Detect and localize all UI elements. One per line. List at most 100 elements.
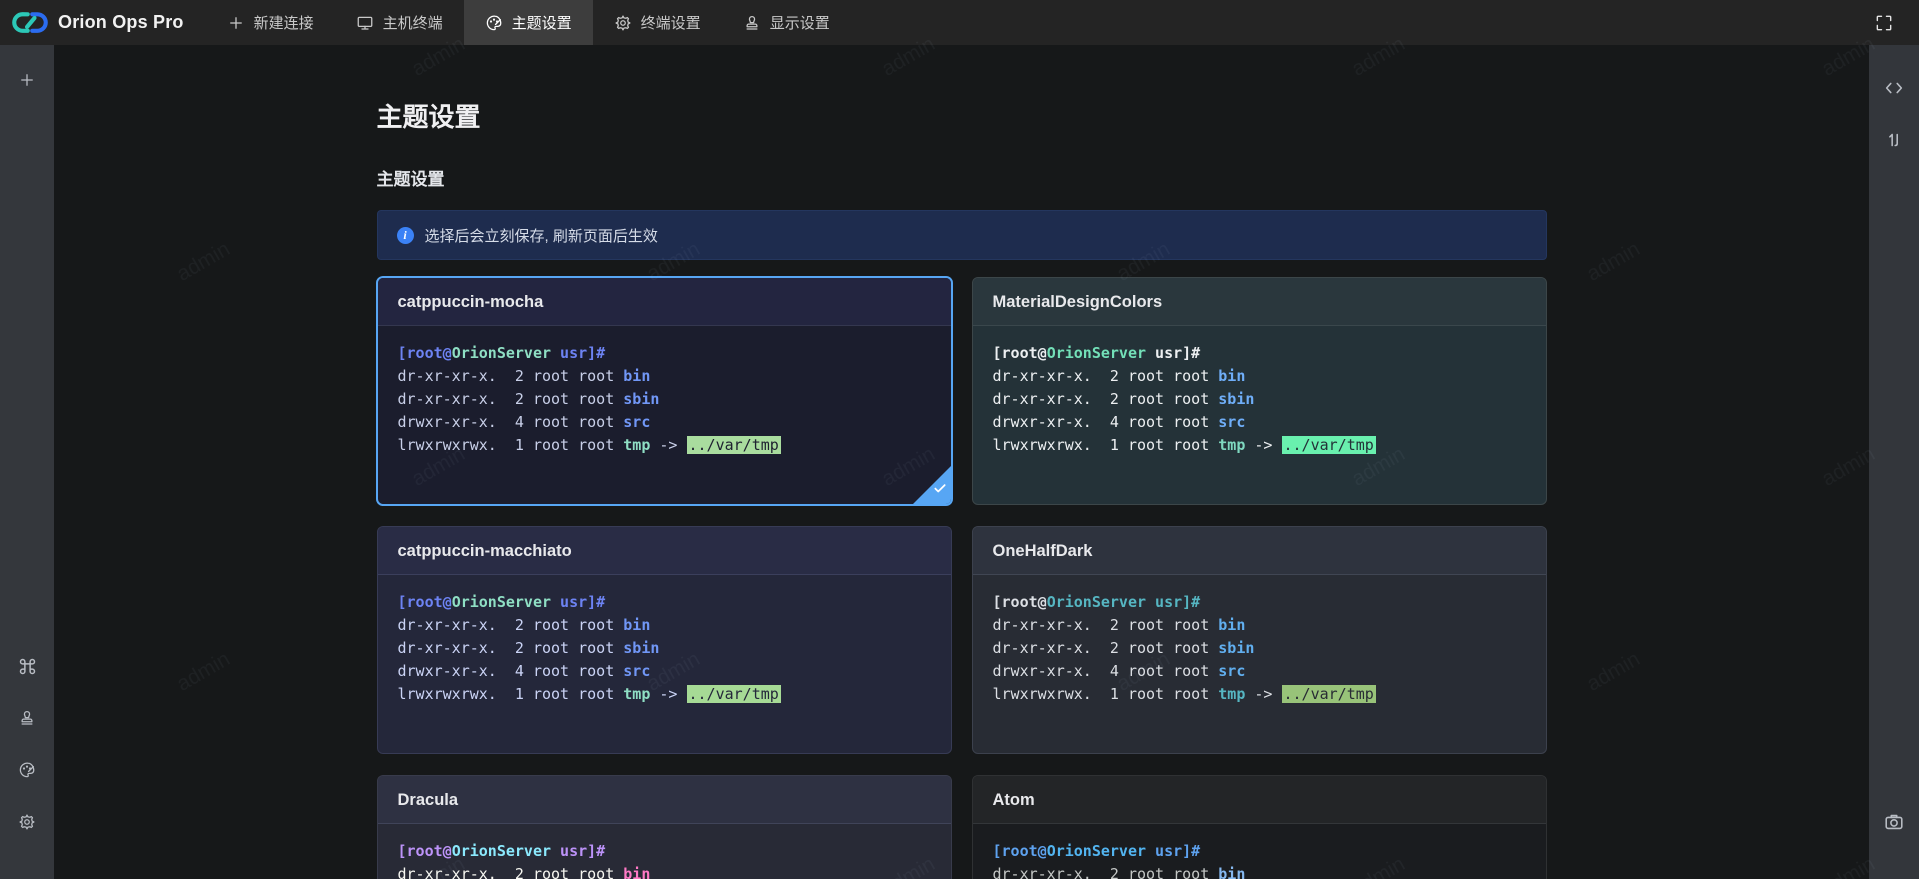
prompt-user: [root@ <box>398 842 452 860</box>
ls-permissions: drwxr-xr-x. 4 root root <box>993 413 1219 431</box>
section-title: 主题设置 <box>377 165 1547 190</box>
camera-icon[interactable] <box>1877 805 1911 839</box>
ls-permissions: dr-xr-xr-x. 2 root root <box>398 390 624 408</box>
ls-line: lrwxrwxrwx. 1 root root tmp -> ../var/tm… <box>398 683 931 706</box>
nav-items: 新建连接 主机终端 主题设置 终端设置显示设置 <box>206 0 851 45</box>
ls-line: drwxr-xr-x. 4 root root src <box>398 411 931 434</box>
prompt-line: [root@OrionServer usr]# <box>993 342 1526 365</box>
prompt-user: [root@ <box>993 344 1047 362</box>
theme-name: Dracula <box>398 791 459 809</box>
prompt-user: [root@ <box>398 344 452 362</box>
nav-item-new-connection[interactable]: 新建连接 <box>206 0 335 45</box>
prompt-host: OrionServer <box>452 593 551 611</box>
prompt-line: [root@OrionServer usr]# <box>993 591 1526 614</box>
ls-filename: sbin <box>623 390 659 408</box>
nav-item-label: 主题设置 <box>512 12 572 33</box>
nav-item-label: 终端设置 <box>641 12 701 33</box>
ls-filename: bin <box>623 367 650 385</box>
stamp-icon[interactable] <box>10 701 44 735</box>
theme-card[interactable]: Atom [root@OrionServer usr]#dr-xr-xr-x. … <box>972 775 1547 879</box>
terminal-preview: [root@OrionServer usr]#dr-xr-xr-x. 2 roo… <box>378 824 951 879</box>
nav-item-theme-settings[interactable]: 主题设置 <box>464 0 593 45</box>
ls-permissions: lrwxrwxrwx. 1 root root <box>398 685 624 703</box>
stamp-icon <box>743 14 761 32</box>
ls-permissions: dr-xr-xr-x. 2 root root <box>398 367 624 385</box>
palette-icon[interactable] <box>10 753 44 787</box>
code-icon[interactable] <box>1877 71 1911 105</box>
top-nav: Orion Ops Pro 新建连接 主机终端 主题设置 终端设置显示设置 <box>0 0 1919 45</box>
theme-name: catppuccin-mocha <box>398 293 544 311</box>
prompt-tail: usr]# <box>1146 842 1200 860</box>
ls-filename: sbin <box>1218 639 1254 657</box>
ls-filename: tmp <box>1218 685 1245 703</box>
ls-line: drwxr-xr-x. 4 root root src <box>993 660 1526 683</box>
plus-icon <box>227 14 245 32</box>
theme-card[interactable]: OneHalfDark [root@OrionServer usr]#dr-xr… <box>972 526 1547 754</box>
check-icon <box>933 481 947 500</box>
left-sidebar <box>0 45 54 879</box>
ls-permissions: dr-xr-xr-x. 2 root root <box>398 639 624 657</box>
prompt-line: [root@OrionServer usr]# <box>398 591 931 614</box>
brand: Orion Ops Pro <box>0 0 206 45</box>
symlink-target: ../var/tmp <box>1282 685 1376 703</box>
prompt-tail: usr]# <box>1146 593 1200 611</box>
ls-permissions: drwxr-xr-x. 4 root root <box>398 413 624 431</box>
ls-line: dr-xr-xr-x. 2 root root bin <box>993 365 1526 388</box>
prompt-tail: usr]# <box>551 344 605 362</box>
theme-card-header: OneHalfDark <box>973 527 1546 575</box>
theme-name: OneHalfDark <box>993 542 1093 560</box>
theme-card[interactable]: MaterialDesignColors [root@OrionServer u… <box>972 277 1547 505</box>
ls-filename: bin <box>1218 616 1245 634</box>
prompt-user: [root@ <box>398 593 452 611</box>
command-icon[interactable] <box>10 649 44 683</box>
ls-permissions: dr-xr-xr-x. 2 root root <box>398 865 624 879</box>
terminal-preview: [root@OrionServer usr]#dr-xr-xr-x. 2 roo… <box>973 824 1546 879</box>
prompt-tail: usr]# <box>551 593 605 611</box>
ls-line: drwxr-xr-x. 4 root root src <box>993 411 1526 434</box>
symlink-arrow: -> <box>1245 685 1281 703</box>
app-title: Orion Ops Pro <box>58 12 184 33</box>
nav-item-display-settings[interactable]: 显示设置 <box>722 0 851 45</box>
ls-permissions: dr-xr-xr-x. 2 root root <box>398 616 624 634</box>
plus-icon[interactable] <box>10 63 44 97</box>
nav-item-label: 主机终端 <box>383 12 443 33</box>
ls-filename: bin <box>1218 865 1245 879</box>
prompt-host: OrionServer <box>452 842 551 860</box>
ls-permissions: dr-xr-xr-x. 2 root root <box>993 390 1219 408</box>
ls-filename: src <box>623 662 650 680</box>
terminal-preview: [root@OrionServer usr]# dr-xr-xr-x. 2 roo… <box>378 575 951 722</box>
symlink-target: ../var/tmp <box>687 685 781 703</box>
ls-filename: bin <box>623 616 650 634</box>
nav-item-terminal-settings[interactable]: 终端设置 <box>593 0 722 45</box>
ls-permissions: lrwxrwxrwx. 1 root root <box>398 436 624 454</box>
ls-filename: tmp <box>1218 436 1245 454</box>
info-icon: i <box>397 227 414 244</box>
fullscreen-icon[interactable] <box>1869 8 1899 38</box>
prompt-line: [root@OrionServer usr]# <box>993 840 1526 863</box>
symlink-target: ../var/tmp <box>687 436 781 454</box>
terminal-preview: [root@OrionServer usr]# dr-xr-xr-x. 2 roo… <box>378 326 951 473</box>
ls-permissions: dr-xr-xr-x. 2 root root <box>993 616 1219 634</box>
theme-card[interactable]: catppuccin-macchiato [root@OrionServer u… <box>377 526 952 754</box>
theme-card[interactable]: Dracula [root@OrionServer usr]#dr-xr-xr-… <box>377 775 952 879</box>
sort-icon[interactable] <box>1877 123 1911 157</box>
notice-banner: i 选择后会立刻保存, 刷新页面后生效 <box>377 210 1547 260</box>
ls-filename: tmp <box>623 685 650 703</box>
ls-filename: tmp <box>623 436 650 454</box>
nav-item-host-terminal[interactable]: 主机终端 <box>335 0 464 45</box>
prompt-user: [root@ <box>993 593 1047 611</box>
prompt-host: OrionServer <box>1047 344 1146 362</box>
theme-grid: catppuccin-mocha [root@OrionServer usr]#… <box>377 277 1547 879</box>
ls-line: dr-xr-xr-x. 2 root root sbin <box>993 637 1526 660</box>
ls-filename: src <box>1218 413 1245 431</box>
prompt-line: [root@OrionServer usr]# <box>398 342 931 365</box>
gear-icon[interactable] <box>10 805 44 839</box>
terminal-preview: [root@OrionServer usr]#dr-xr-xr-x. 2 roo… <box>973 326 1546 473</box>
theme-card-header: catppuccin-mocha <box>378 278 951 326</box>
ls-permissions: lrwxrwxrwx. 1 root root <box>993 685 1219 703</box>
theme-card-header: Atom <box>973 776 1546 824</box>
ls-line: dr-xr-xr-x. 2 root root bin <box>993 614 1526 637</box>
symlink-target: ../var/tmp <box>1282 436 1376 454</box>
notice-text: 选择后会立刻保存, 刷新页面后生效 <box>425 225 658 246</box>
theme-card[interactable]: catppuccin-mocha [root@OrionServer usr]#… <box>377 277 952 505</box>
